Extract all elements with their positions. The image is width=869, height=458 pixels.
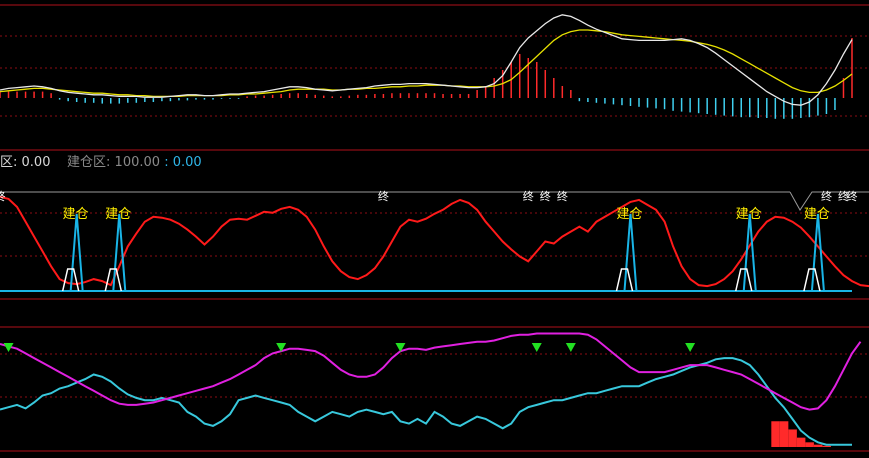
histogram-bar [771,421,780,447]
chart-stage: 建仓建仓建仓建仓建仓终终终终终终终终 [0,0,869,454]
zhong-label: 终 [523,189,534,203]
zhong-label: 终 [378,189,389,203]
histogram-bar [779,421,789,447]
jiancang-label: 建仓 [804,207,830,222]
legend-series1-value: 0.00 [21,155,51,170]
legend-row: 区: 0.00 建仓区: 100.00 : 0.00 [0,151,202,170]
histogram-bar [813,444,823,447]
zhong-label: 终 [821,189,832,203]
zhong-label: 终 [557,189,568,203]
jiancang-label: 建仓 [105,207,131,222]
green-marker [685,343,696,352]
legend-colon-1: : [13,155,22,170]
macd-dif-line [0,14,853,106]
zhong-label: 终 [0,189,6,203]
legend-colon-2: : [106,155,115,170]
jiancang-label: 建仓 [736,207,762,222]
histogram-bar [805,442,814,447]
legend-series2-value-b: 0.00 [172,155,202,170]
legend-series2-label: 建仓区 [67,155,107,170]
teal-line [0,357,852,446]
green-marker [531,343,542,352]
histogram-bar [788,429,797,447]
jiancang-label: 建仓 [63,207,89,222]
histogram-bar [822,445,831,447]
histogram-bar [796,437,806,447]
jiancang-label: 建仓 [616,207,642,222]
zhong-label: 终 [540,189,551,203]
macd-dea-line [0,29,853,98]
legend-series1-label: 区 [0,155,14,170]
zhong-label: 终 [847,189,858,203]
legend-series2-value-a: 100.00 [114,155,161,170]
magenta-line [0,332,862,411]
green-marker [565,343,576,352]
legend-colon-3: : [164,155,173,170]
indicator-chart: 建仓建仓建仓建仓建仓终终终终终终终终 [0,4,869,452]
